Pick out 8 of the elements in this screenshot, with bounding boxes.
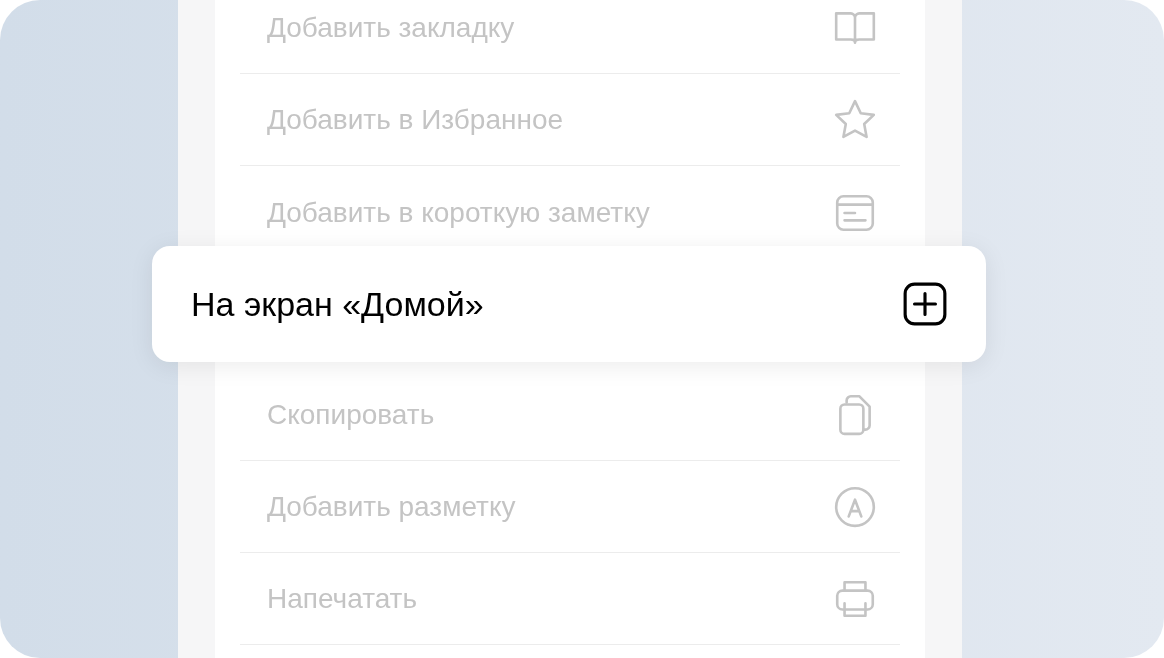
highlighted-menu-item[interactable]: На экран «Домой» (152, 246, 986, 362)
menu-item[interactable]: Напечатать (240, 553, 900, 645)
menu-item[interactable]: Добавить закладку (240, 0, 900, 74)
plus-square-icon (902, 281, 948, 327)
menu-item[interactable]: Добавить в Избранное (240, 74, 900, 166)
menu-item[interactable]: Добавить разметку (240, 461, 900, 553)
menu-item[interactable]: Скопировать (240, 369, 900, 461)
menu-item[interactable]: Добавить в короткую заметку (240, 166, 900, 246)
